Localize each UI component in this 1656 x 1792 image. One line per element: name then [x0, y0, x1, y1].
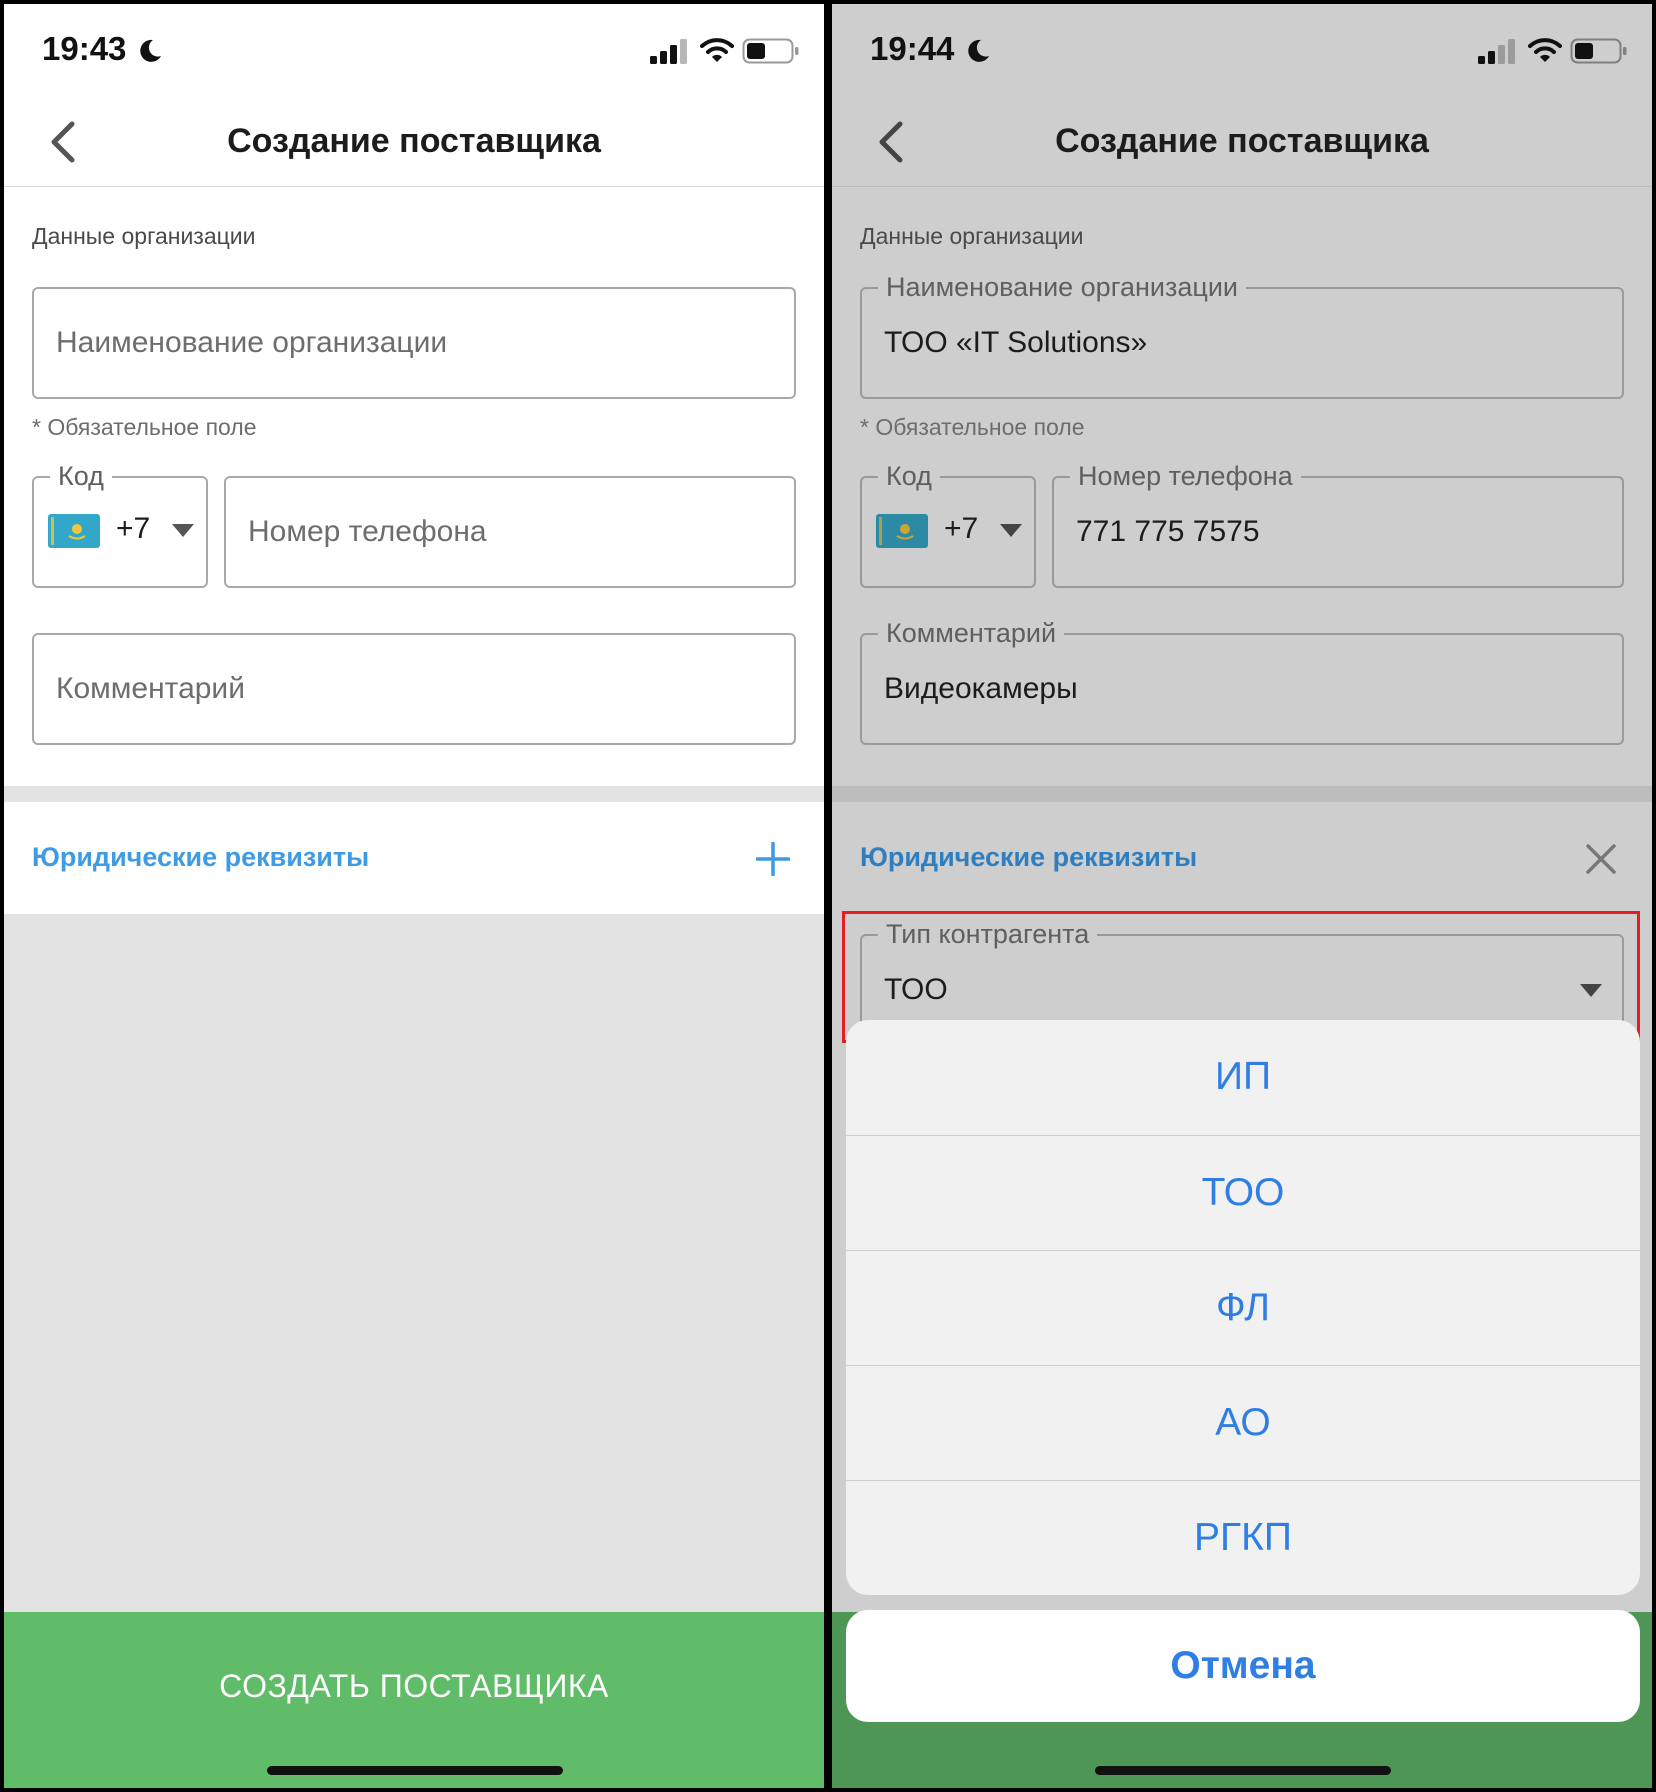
country-code-select[interactable]: Код +7 — [860, 459, 1036, 588]
navigation-bar: Создание поставщика — [4, 94, 824, 187]
comment-field[interactable]: Комментарий Видеокамеры — [860, 616, 1624, 745]
empty-content-area — [4, 914, 824, 1614]
required-hint: * Обязательное поле — [32, 414, 257, 440]
code-label: Код — [878, 459, 940, 493]
action-sheet: ИП ТОО ФЛ АО РГКП — [846, 1020, 1640, 1595]
org-name-value: ТОО «IT Solutions» — [884, 326, 1148, 359]
status-bar: 19:44 — [832, 4, 1652, 94]
chevron-down-icon — [1000, 524, 1022, 537]
close-icon[interactable] — [1584, 842, 1618, 876]
status-time: 19:43 — [42, 30, 127, 67]
status-time: 19:44 — [870, 30, 955, 67]
phone-placeholder: Номер телефона — [248, 515, 487, 548]
signal-icon — [650, 39, 687, 64]
required-hint: * Обязательное поле — [860, 414, 1085, 440]
sheet-option-ip[interactable]: ИП — [846, 1020, 1640, 1134]
sheet-option-fl[interactable]: ФЛ — [846, 1250, 1640, 1365]
battery-icon — [742, 38, 799, 64]
home-indicator — [267, 1766, 563, 1775]
comment-value: Видеокамеры — [884, 672, 1078, 705]
wifi-icon — [1528, 38, 1562, 62]
page-title: Создание поставщика — [227, 122, 601, 160]
create-supplier-button[interactable]: СОЗДАТЬ ПОСТАВЩИКА — [4, 1612, 824, 1788]
signal-icon — [1478, 39, 1515, 64]
wifi-icon — [700, 38, 734, 62]
moon-icon — [968, 39, 989, 62]
phone-value: 771 775 7575 — [1076, 515, 1260, 548]
phone-field[interactable]: Номер телефона 771 775 7575 — [1052, 459, 1624, 588]
create-supplier-label: СОЗДАТЬ ПОСТАВЩИКА — [219, 1668, 609, 1704]
right-screen: 19:44 Создание поставщика Данные организ… — [832, 4, 1652, 1788]
battery-icon — [1570, 38, 1627, 64]
section-divider — [4, 786, 824, 802]
comment-placeholder: Комментарий — [56, 672, 245, 705]
org-name-placeholder: Наименование организации — [56, 326, 448, 359]
chevron-down-icon — [172, 524, 194, 537]
sheet-option-too[interactable]: ТОО — [846, 1135, 1640, 1250]
status-bar: 19:43 — [4, 4, 824, 94]
sheet-option-rgkp[interactable]: РГКП — [846, 1480, 1640, 1595]
section-caption: Данные организации — [32, 223, 256, 249]
code-value: +7 — [116, 512, 151, 545]
phone-field[interactable]: Номер телефона — [224, 476, 796, 588]
cancel-button[interactable]: Отмена — [846, 1610, 1640, 1722]
plus-icon[interactable] — [756, 842, 790, 876]
org-name-field[interactable]: Наименование организации — [32, 287, 796, 399]
legal-details-row: Юридические реквизиты — [832, 802, 1652, 914]
home-indicator — [1095, 1766, 1391, 1775]
kazakhstan-flag-icon — [48, 514, 100, 548]
country-code-select[interactable]: Код +7 — [32, 459, 208, 588]
section-divider — [832, 786, 1652, 802]
legal-details-row[interactable]: Юридические реквизиты — [4, 802, 824, 914]
code-value: +7 — [944, 512, 979, 545]
section-caption: Данные организации — [860, 223, 1084, 249]
kazakhstan-flag-icon — [876, 514, 928, 548]
moon-icon — [140, 39, 161, 62]
navigation-bar: Создание поставщика — [832, 94, 1652, 187]
legal-details-title: Юридические реквизиты — [860, 842, 1198, 872]
comment-field[interactable]: Комментарий — [32, 633, 796, 745]
page-title: Создание поставщика — [1055, 122, 1429, 160]
sheet-option-ao[interactable]: АО — [846, 1365, 1640, 1480]
org-name-field[interactable]: Наименование организации ТОО «IT Solutio… — [860, 270, 1624, 399]
legal-details-title: Юридические реквизиты — [32, 842, 370, 872]
code-label: Код — [50, 459, 112, 493]
left-screen: 19:43 Создание поставщика Данные организ… — [4, 4, 824, 1788]
